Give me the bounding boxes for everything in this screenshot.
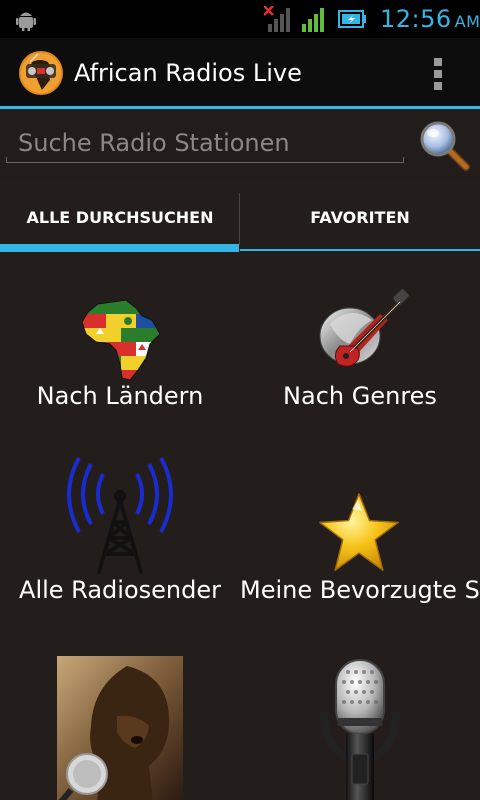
search-underline — [6, 157, 404, 163]
africa-flags-map-icon — [81, 299, 161, 381]
tab-favorites-label: FAVORITEN — [310, 207, 410, 227]
battery-charging-icon — [338, 10, 366, 28]
tab-indicator — [240, 249, 480, 251]
overflow-menu-icon[interactable] — [428, 56, 448, 92]
tab-bar: ALLE DURCHSUCHEN FAVORITEN — [0, 181, 480, 253]
status-bar: 12:56 AM — [0, 0, 480, 38]
category-favorite-station[interactable]: Meine Bevorzugte Station — [240, 450, 480, 640]
microphone-icon — [320, 659, 400, 800]
clock: 12:56 AM — [380, 5, 480, 33]
category-label: Alle Radiosender — [19, 576, 221, 604]
category-all-stations[interactable]: Alle Radiosender — [0, 450, 240, 640]
android-debug-icon — [16, 12, 36, 31]
category-by-country[interactable]: Nach Ländern — [0, 254, 240, 434]
search-bar — [0, 109, 480, 181]
action-bar: African Radios Live — [0, 38, 480, 106]
magnifier-icon[interactable] — [416, 117, 472, 173]
clock-ampm: AM — [454, 12, 480, 31]
category-label: Nach Genres — [283, 382, 437, 410]
category-grid: Nach Ländern Nach Genres Alle Radiosende… — [0, 254, 480, 800]
search-input[interactable] — [8, 123, 404, 163]
tab-favorites[interactable]: FAVORITEN — [240, 181, 480, 253]
category-by-genre[interactable]: Nach Genres — [240, 254, 480, 434]
app-title: African Radios Live — [74, 59, 302, 87]
category-label: Meine Bevorzugte Station — [240, 576, 480, 604]
category-label: Nach Ländern — [36, 382, 204, 410]
category-artists[interactable] — [0, 654, 240, 800]
signal-icon — [302, 8, 324, 32]
african-radio-app-icon[interactable] — [18, 50, 64, 96]
singer-photo-icon — [57, 656, 183, 800]
tab-browse-all-label: ALLE DURCHSUCHEN — [26, 207, 214, 227]
no-signal-icon — [264, 6, 290, 32]
radio-tower-icon — [67, 457, 173, 574]
clock-time: 12:56 — [380, 5, 452, 33]
guitar-genres-icon — [319, 289, 409, 367]
star-icon — [319, 493, 399, 571]
category-live-mic[interactable] — [240, 654, 480, 800]
tab-selected-indicator — [0, 244, 239, 252]
tab-browse-all[interactable]: ALLE DURCHSUCHEN — [0, 181, 240, 253]
